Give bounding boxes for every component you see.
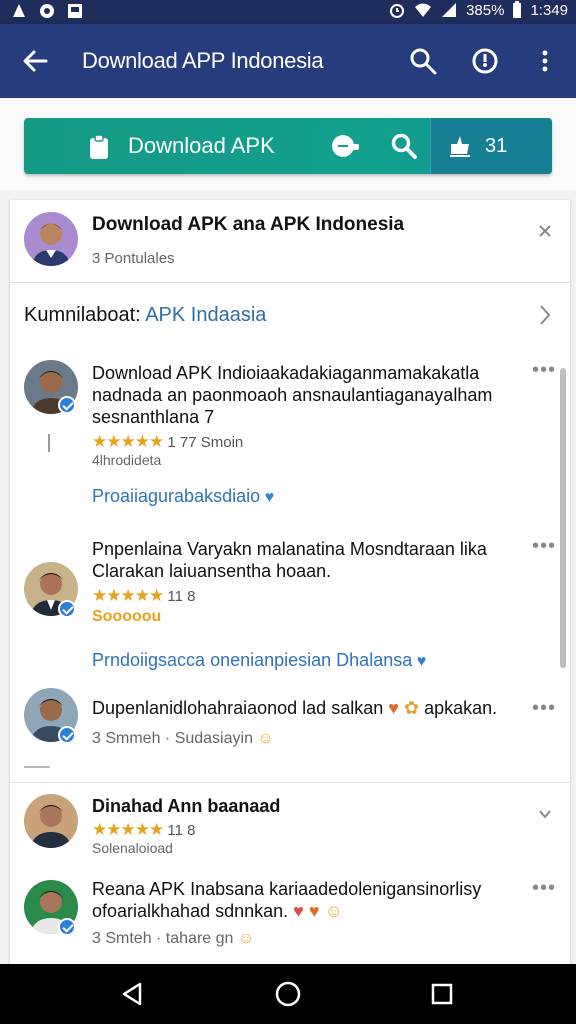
post-link[interactable]: Proaiiagurabaksdiaio: [92, 486, 260, 506]
signal-icon: [442, 3, 457, 17]
battery-icon: [513, 1, 522, 18]
post-text-row: Dupenlanidlohahraiaonod lad salkan ♥ ✿ a…: [92, 698, 522, 719]
verified-badge-icon: [58, 918, 76, 936]
smile-emoji-icon: ☺: [237, 930, 255, 947]
post-text: Reana APK Inabsana kariaadedolenigansino…: [92, 879, 482, 921]
avatar[interactable]: [24, 794, 78, 848]
more-options-icon[interactable]: •••: [532, 698, 556, 718]
verified-badge-icon: [58, 726, 76, 744]
heart-emoji-icon: ♥: [388, 698, 399, 718]
post-meta: 3 Smteh · tahare gn: [92, 930, 234, 947]
chevron-down-icon[interactable]: [538, 808, 552, 820]
section-label: Kumnilaboat:: [24, 304, 141, 326]
download-apk-button[interactable]: Download APK 31: [24, 118, 552, 174]
back-nav-icon[interactable]: [118, 980, 146, 1008]
search-icon[interactable]: [408, 46, 438, 76]
rating-count: 1 77 Smoin: [167, 434, 244, 451]
post-text-row: Reana APK Inabsana kariaadedolenigansino…: [92, 878, 522, 922]
post-meta-row: 3 Smmeh · Sudasiayin ☺: [92, 730, 274, 748]
recents-nav-icon[interactable]: [428, 980, 456, 1008]
star-rating: ★★★★★: [92, 432, 164, 451]
page-title: Download APP Indonesia: [82, 48, 324, 73]
download-count-value: 31: [485, 135, 508, 157]
thread-line: [48, 434, 50, 452]
more-options-icon[interactable]: •••: [532, 536, 556, 556]
smile-emoji-icon: ☺: [257, 730, 274, 747]
image-icon: [68, 4, 82, 18]
post-meta: 3 Smmeh · Sudasiayin: [92, 730, 253, 747]
rating-row: ★★★★★ 11 8: [92, 586, 195, 606]
rating-count: 11 8: [167, 588, 196, 605]
download-count[interactable]: 31: [430, 118, 552, 174]
rating-row: ★★★★★ 1 77 Smoin: [92, 432, 243, 452]
notification-icon: [13, 4, 25, 17]
wifi-icon: [415, 3, 432, 17]
battery-percent: 385%: [466, 1, 505, 19]
more-options-icon[interactable]: •••: [532, 360, 556, 380]
post-text-suffix: apkakan.: [424, 698, 498, 718]
status-bar: 385% 1:349: [0, 0, 576, 24]
post-link[interactable]: Prndoiigsacca onenianpiesian Dhalansa: [92, 650, 412, 670]
verified-badge-icon: [58, 600, 76, 618]
star-rating: ★★★★★: [92, 586, 164, 605]
flower-emoji-icon: ✿: [403, 698, 420, 718]
camera-icon[interactable]: [330, 132, 360, 160]
more-vert-icon[interactable]: [530, 46, 560, 76]
post-meta: Solenaloioad: [92, 840, 173, 856]
close-icon[interactable]: [538, 224, 552, 238]
heart-icon: ♥: [416, 653, 427, 670]
post-link-row[interactable]: Proaiiagurabaksdiaio ♥: [92, 486, 274, 507]
home-nav-icon[interactable]: [274, 980, 302, 1008]
header-subtitle: 3 Pontulales: [92, 250, 175, 267]
status-time: 1:349: [530, 1, 568, 19]
divider: [10, 282, 570, 283]
search-icon[interactable]: [390, 132, 418, 160]
post-link-row[interactable]: Prndoiigsacca onenianpiesian Dhalansa ♥: [92, 650, 426, 671]
clipboard-icon: [90, 134, 108, 159]
post-meta-row: 3 Smteh · tahare gn ☺: [92, 930, 254, 948]
app-bar: Download APP Indonesia: [0, 24, 576, 98]
thread-line: [24, 766, 50, 768]
chevron-right-icon[interactable]: [538, 304, 552, 326]
arrow-back-icon[interactable]: [20, 46, 50, 76]
more-options-icon[interactable]: •••: [532, 878, 556, 898]
header-title: Download APK ana APK Indonesia: [92, 214, 405, 235]
smile-emoji-icon: ☺: [324, 901, 343, 921]
download-panel: Download APK 31: [0, 98, 576, 190]
post-meta: Sooooou: [92, 608, 162, 625]
section-row[interactable]: Kumnilaboat: APK Indaasia: [24, 304, 266, 327]
post-meta: 4lhrodideta: [92, 452, 162, 468]
alarm-icon: [390, 4, 405, 18]
post-text: Dupenlanidlohahraiaonod lad salkan: [92, 698, 384, 718]
navigation-bar: [0, 964, 576, 1024]
heart-icon: ♥: [264, 489, 275, 506]
post-text: Download APK Indioiaakadakiaganmamakakat…: [92, 363, 493, 427]
rating-count: 11 8: [167, 822, 196, 839]
record-icon: [40, 4, 54, 18]
thumbs-up-icon: [450, 136, 470, 157]
post-text: Pnpenlaina Varyakn malanatina Mosndtaraa…: [92, 539, 487, 581]
divider: [10, 782, 570, 783]
section-link[interactable]: APK Indaasia: [145, 304, 266, 326]
star-rating: ★★★★★: [92, 820, 164, 839]
download-apk-label: Download APK: [128, 133, 275, 158]
heart-emoji-icon: ♥: [308, 901, 320, 921]
compass-icon[interactable]: [470, 46, 500, 76]
heart-emoji-icon: ♥: [293, 901, 304, 921]
content-card: Download APK ana APK Indonesia 3 Pontula…: [10, 200, 570, 970]
rating-row: ★★★★★ 11 8: [92, 820, 195, 840]
avatar[interactable]: [24, 212, 78, 266]
verified-badge-icon: [58, 396, 76, 414]
scrollbar[interactable]: [560, 368, 566, 668]
post-title: Dinahad Ann baanaad: [92, 796, 281, 816]
